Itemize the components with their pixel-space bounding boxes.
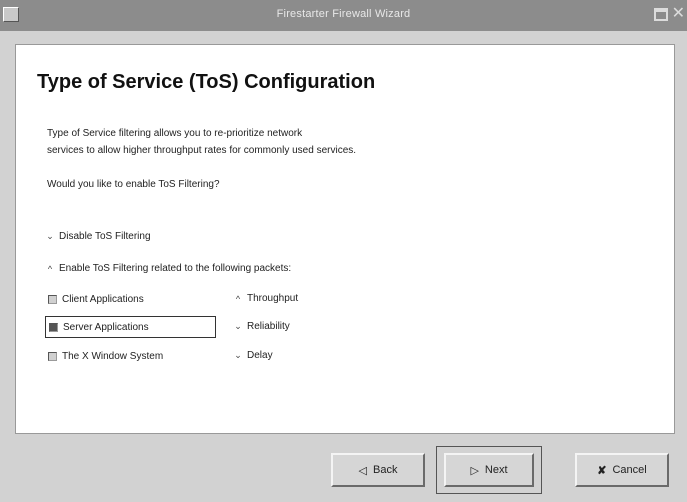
throughput-label: Throughput [247, 293, 299, 304]
cancel-button[interactable]: ✘ Cancel [575, 453, 669, 487]
throughput-radio[interactable]: ^ Throughput [233, 293, 298, 304]
maximize-button[interactable] [654, 8, 668, 21]
client-applications-label: Client Applications [62, 293, 144, 305]
server-applications-label: Server Applications [63, 321, 149, 333]
checkbox-icon [48, 294, 57, 304]
cancel-label: Cancel [612, 464, 647, 476]
page-title: Type of Service (ToS) Configuration [37, 71, 376, 93]
wizard-page: Type of Service (ToS) Configuration Type… [15, 44, 675, 434]
next-arrow-icon: ▷ [470, 464, 479, 477]
back-label: Back [373, 464, 398, 476]
enable-tos-radio[interactable]: ^ Enable ToS Filtering related to the fo… [45, 263, 291, 274]
radio-unselected-icon: ⌄ [46, 231, 54, 241]
reliability-label: Reliability [247, 321, 290, 332]
wizard-window: Firestarter Firewall Wizard ✕ Type of Se… [0, 0, 687, 502]
radio-selected-icon: ^ [47, 263, 53, 274]
server-applications-checkbox[interactable]: Server Applications [45, 316, 216, 338]
checkbox-icon [48, 351, 57, 361]
tos-question: Would you like to enable ToS Filtering? [47, 179, 220, 190]
enable-tos-label: Enable ToS Filtering related to the foll… [59, 263, 292, 274]
description-line-2: services to allow higher throughput rate… [47, 145, 357, 156]
delay-label: Delay [247, 350, 273, 361]
title-bar[interactable]: Firestarter Firewall Wizard ✕ [0, 0, 687, 31]
back-button[interactable]: ◁ Back [331, 453, 425, 487]
button-bar: ◁ Back ▷ Next ✘ Cancel [0, 436, 687, 502]
next-label: Next [484, 464, 508, 476]
cancel-x-icon: ✘ [597, 464, 607, 477]
next-button[interactable]: ▷ Next [444, 453, 534, 487]
radio-unselected-icon: ⌄ [234, 350, 242, 360]
page-description: Type of Service filtering allows you to … [47, 125, 356, 159]
delay-radio[interactable]: ⌄ Delay [233, 350, 273, 361]
checkbox-checked-icon [49, 322, 58, 332]
client-applications-checkbox[interactable]: Client Applications [45, 288, 147, 310]
window-title: Firestarter Firewall Wizard [276, 8, 411, 20]
x-window-system-checkbox[interactable]: The X Window System [45, 345, 166, 367]
disable-tos-radio[interactable]: ⌄ Disable ToS Filtering [45, 231, 151, 242]
back-arrow-icon: ◁ [358, 464, 367, 477]
reliability-radio[interactable]: ⌄ Reliability [233, 321, 290, 332]
radio-unselected-icon: ⌄ [234, 321, 242, 331]
description-line-1: Type of Service filtering allows you to … [47, 128, 303, 139]
disable-tos-label: Disable ToS Filtering [59, 231, 151, 242]
radio-selected-icon: ^ [235, 293, 241, 304]
x-window-system-label: The X Window System [62, 350, 164, 362]
close-icon[interactable]: ✕ [672, 5, 685, 23]
